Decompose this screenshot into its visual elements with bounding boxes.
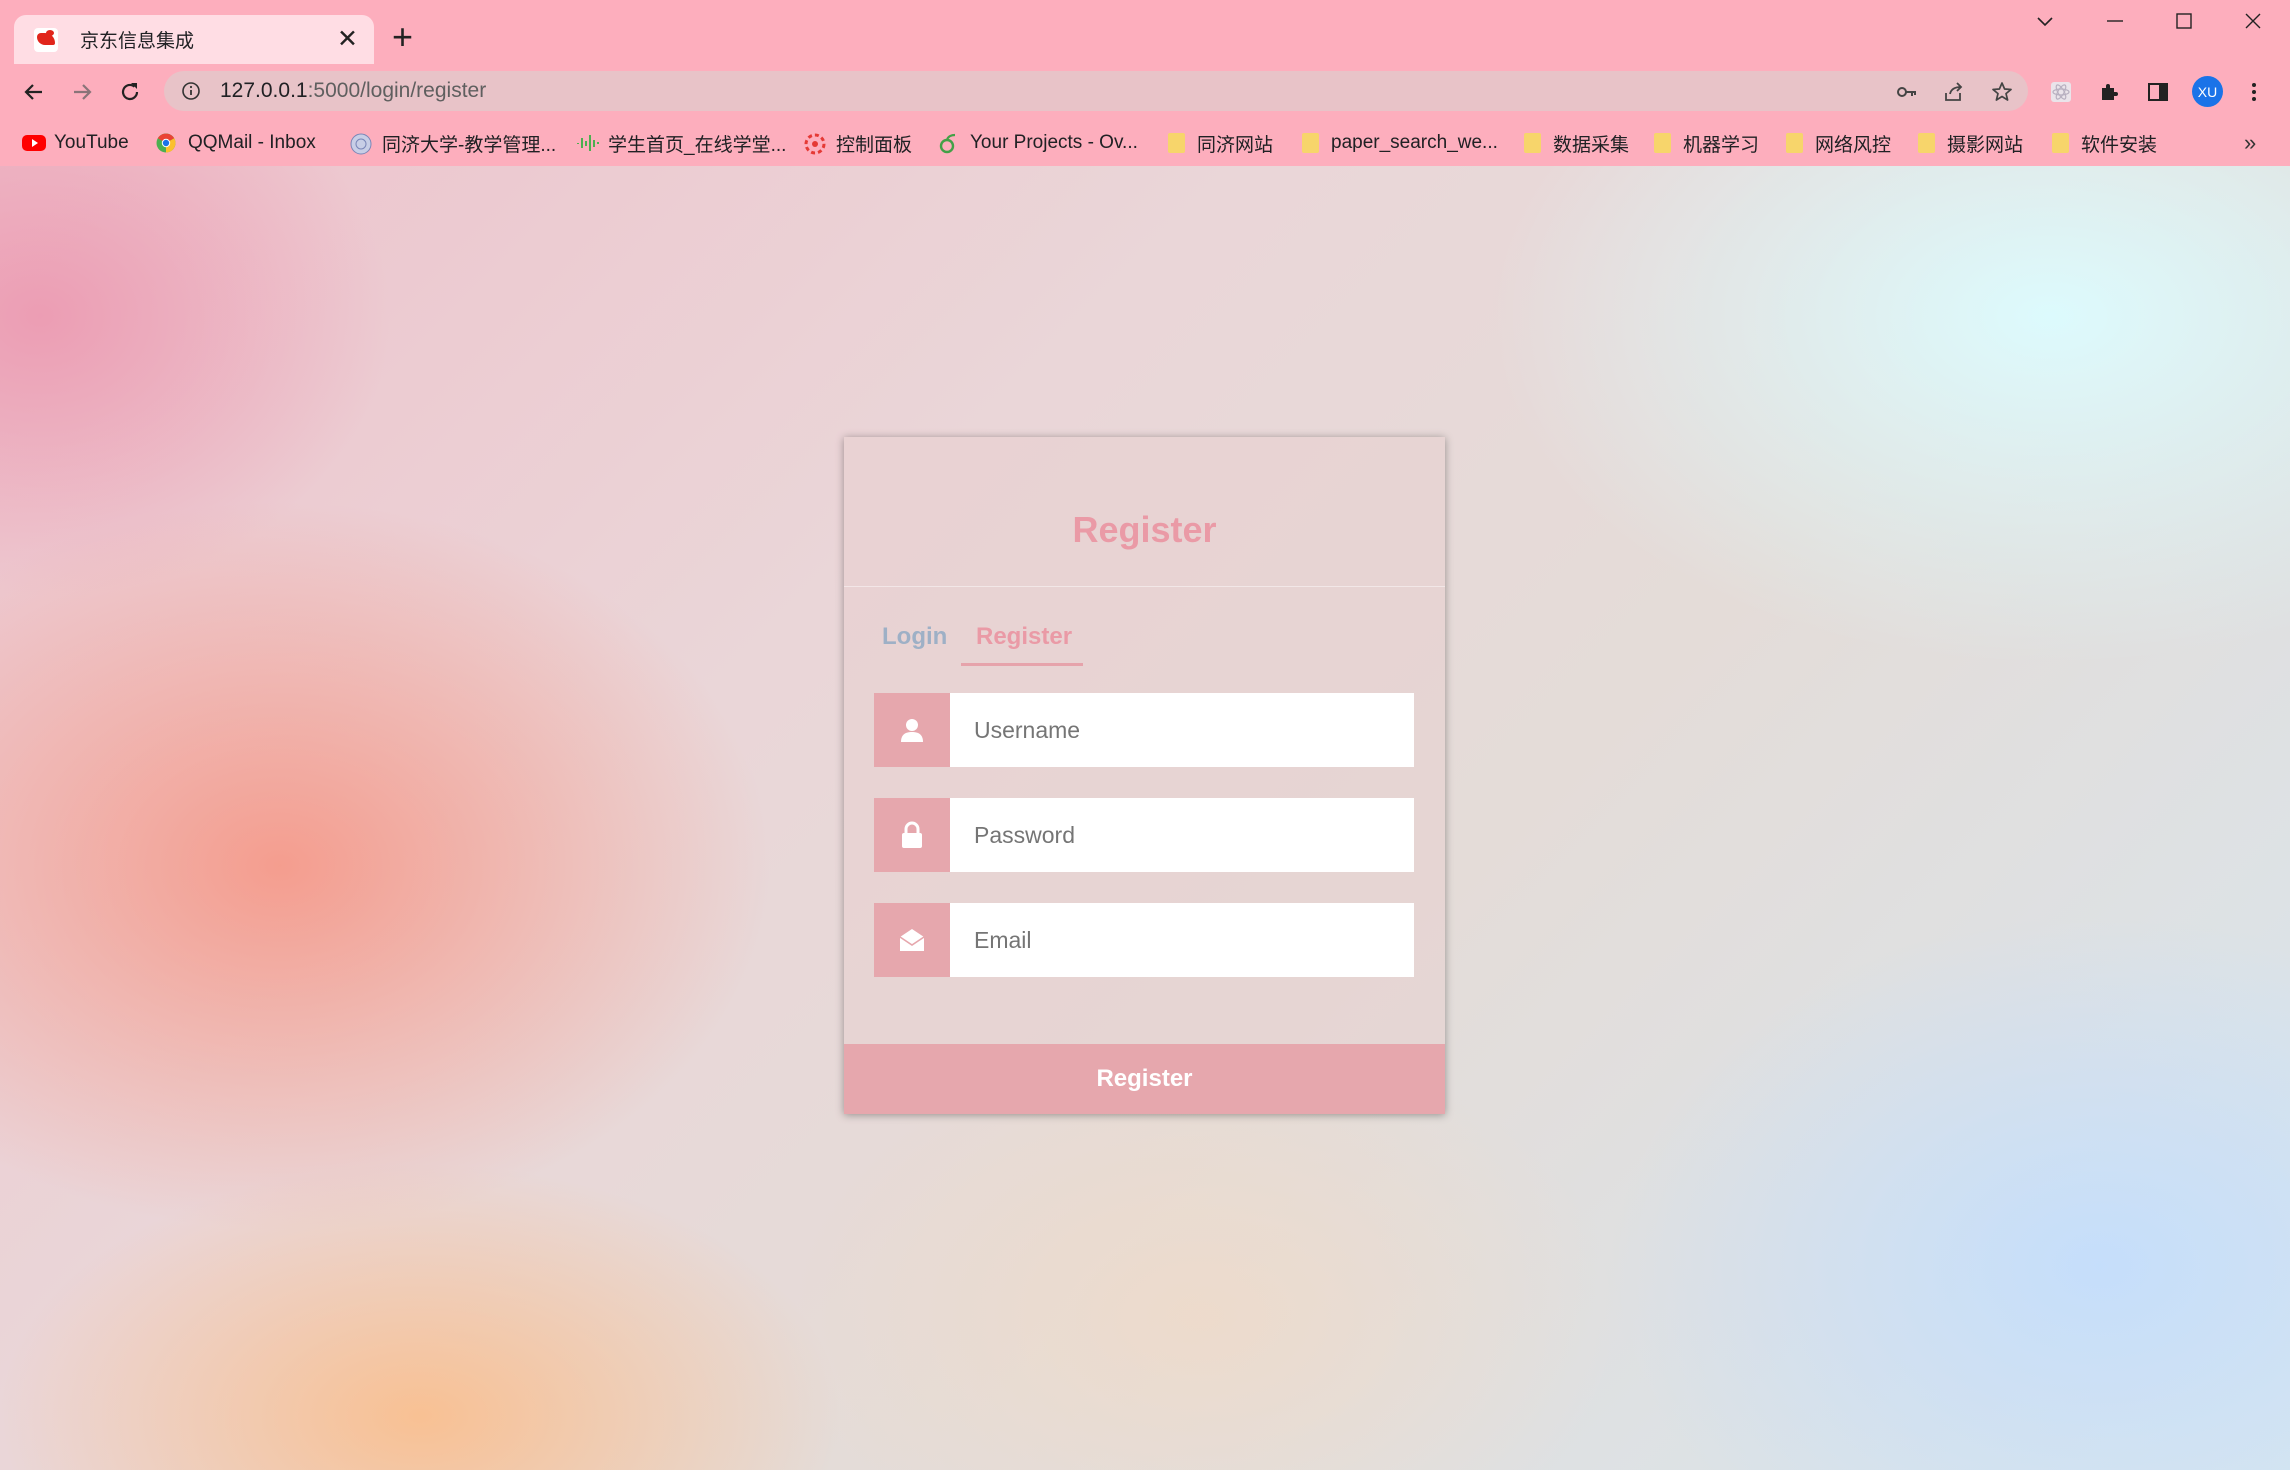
username-input[interactable] [950,693,1414,767]
bookmark-qqmail[interactable]: QQMail - Inbox [156,120,316,166]
bookmark-your-projects[interactable]: Your Projects - Ov... [938,120,1138,166]
bookmark-label: 机器学习 [1683,134,1760,156]
bookmark-label: 控制面板 [836,134,913,156]
bookmarks-bar: YouTube QQMail - Inbox 同济大学-教学管理... 学生首页… [0,120,2290,166]
email-input[interactable] [950,903,1414,977]
key-icon[interactable] [1894,79,1920,105]
folder-icon [2052,133,2069,153]
close-window-button[interactable] [2242,10,2264,36]
address-bar[interactable]: 127.0.0.1:5000/login/register [164,71,2028,111]
tab-strip: 京东信息集成 ✕ + [0,0,2290,64]
bookmark-folder-photography[interactable]: 摄影网站 [1918,120,2023,166]
tab-search-icon[interactable] [2034,10,2056,36]
bookmark-folder-risk-control[interactable]: 网络风控 [1786,120,1891,166]
menu-kebab-icon[interactable] [2240,78,2268,106]
bookmark-label: 网络风控 [1815,134,1892,156]
bookmark-label: 摄影网站 [1947,134,2024,156]
user-icon [874,693,950,767]
back-icon[interactable] [18,76,50,108]
bookmark-label: QQMail - Inbox [188,132,316,153]
form-tabs: Login Register [844,615,1445,666]
register-card: Register Login Register Register [844,437,1445,1114]
chrome-icon [156,133,176,153]
password-field [874,798,1414,872]
share-icon[interactable] [1941,79,1967,105]
url-path: :5000/login/register [307,79,487,102]
youtube-icon [22,133,46,153]
leaf-icon [938,133,958,154]
react-devtools-icon[interactable] [2047,78,2075,106]
bookmark-label: YouTube [54,132,129,153]
bookmark-label: 数据采集 [1553,134,1630,156]
extensions-puzzle-icon[interactable] [2096,78,2124,106]
folder-icon [1302,133,1319,153]
bookmark-label: 同济网站 [1197,134,1274,156]
browser-toolbar: 127.0.0.1:5000/login/register XU [0,64,2290,120]
folder-icon [1918,133,1935,153]
tab-title: 京东信息集成 [80,31,195,52]
tab-register[interactable]: Register [976,623,1072,651]
email-field [874,903,1414,977]
bookmark-label: 学生首页_在线学堂... [608,134,787,156]
reload-icon[interactable] [114,76,146,108]
red-gear-icon [804,133,826,155]
envelope-icon [874,903,950,977]
bookmark-folder-paper-search[interactable]: paper_search_we... [1302,120,1498,166]
active-tab-indicator [961,663,1083,666]
folder-icon [1168,133,1185,153]
bookmark-label: 同济大学-教学管理... [382,134,557,156]
bookmark-tongji-jwgl[interactable]: 同济大学-教学管理... [350,120,556,166]
url-host: 127.0.0.1 [220,79,308,102]
url-text: 127.0.0.1:5000/login/register [220,79,486,103]
folder-icon [1786,133,1803,153]
browser-chrome: 京东信息集成 ✕ + 127.0.0.1:5000/login/register… [0,0,2290,166]
minimize-button[interactable] [2104,10,2126,36]
browser-tab[interactable]: 京东信息集成 ✕ [14,15,374,64]
close-tab-icon[interactable]: ✕ [337,27,358,52]
forward-icon[interactable] [66,76,98,108]
bookmark-folder-software[interactable]: 软件安装 [2052,120,2157,166]
bookmark-youtube[interactable]: YouTube [22,120,129,166]
password-input[interactable] [950,798,1414,872]
register-submit-button[interactable]: Register [844,1044,1445,1114]
bookmark-label: 软件安装 [2081,134,2158,156]
jd-logo-icon [34,27,58,52]
title-divider [844,586,1445,587]
page-title: Register [1072,509,1217,550]
bookmark-folder-machine-learning[interactable]: 机器学习 [1654,120,1759,166]
bookmark-folder-tongji[interactable]: 同济网站 [1168,120,1273,166]
folder-icon [1654,133,1671,153]
bookmark-label: paper_search_we... [1331,132,1498,153]
bookmark-online-class[interactable]: 学生首页_在线学堂... [576,120,786,166]
bookmarks-overflow-button[interactable]: » [2244,130,2256,156]
bookmark-control-panel[interactable]: 控制面板 [804,120,912,166]
bookmark-label: Your Projects - Ov... [970,132,1138,153]
page-background: Register Login Register Register [0,166,2290,1470]
new-tab-button[interactable]: + [392,19,413,55]
university-seal-icon [350,133,372,155]
bookmark-folder-data-collection[interactable]: 数据采集 [1524,120,1629,166]
profile-avatar[interactable]: XU [2192,76,2223,107]
waveform-icon [576,133,599,153]
folder-icon [1524,133,1541,153]
maximize-button[interactable] [2173,10,2195,36]
bookmark-star-icon[interactable] [1989,79,2015,105]
side-panel-icon[interactable] [2144,78,2172,106]
username-field [874,693,1414,767]
site-info-icon[interactable] [180,80,202,102]
tab-login[interactable]: Login [882,623,947,651]
lock-icon [874,798,950,872]
